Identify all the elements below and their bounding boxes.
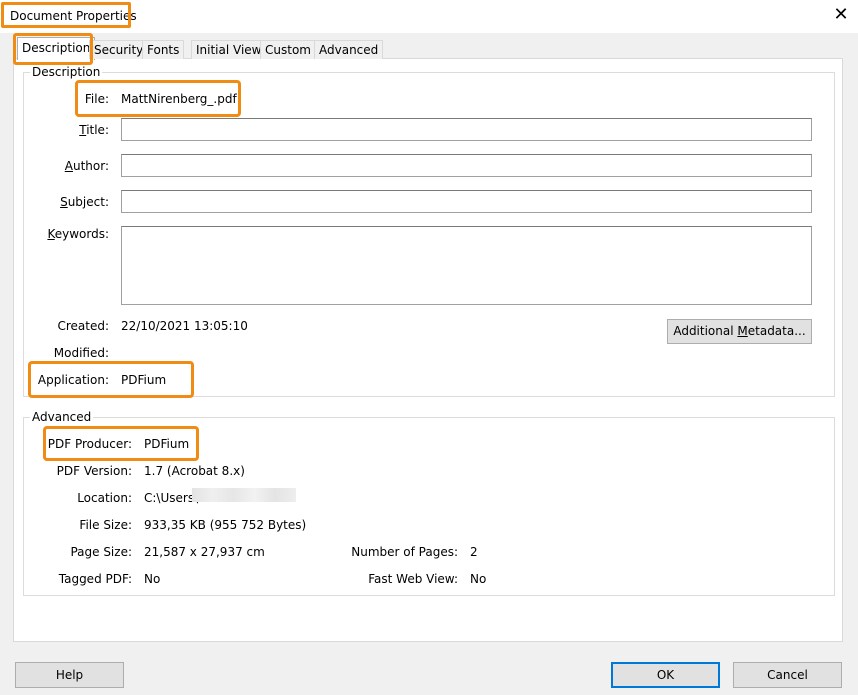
file-size-value: 933,35 KB (955 752 Bytes) (144, 518, 307, 532)
tab-security[interactable]: Security (89, 40, 149, 59)
additional-metadata-button[interactable]: Additional Metadata... (667, 319, 812, 344)
file-size-label: File Size: (79, 518, 132, 532)
pdf-version-value: 1.7 (Acrobat 8.x) (144, 464, 245, 478)
tagged-pdf-label: Tagged PDF: (58, 572, 132, 586)
modified-label: Modified: (53, 346, 109, 360)
page-size-label: Page Size: (70, 545, 132, 559)
application-highlight-box (28, 361, 194, 398)
tagged-pdf-value: No (144, 572, 161, 586)
file-highlight-box (75, 80, 241, 117)
created-value: 22/10/2021 13:05:10 (121, 319, 248, 333)
tab-custom[interactable]: Custom (260, 40, 316, 59)
keywords-label: Keywords: (47, 227, 109, 241)
number-of-pages-value: 2 (470, 545, 478, 559)
help-button[interactable]: Help (15, 662, 124, 688)
created-label: Created: (57, 319, 109, 333)
title-highlight-box (1, 2, 131, 28)
tab-initial-view[interactable]: Initial View (191, 40, 267, 59)
cancel-button[interactable]: Cancel (733, 662, 842, 688)
fast-web-view-label: Fast Web View: (368, 572, 458, 586)
description-group-label: Description (30, 65, 103, 79)
title-field[interactable] (121, 118, 812, 141)
advanced-group-label: Advanced (30, 410, 94, 424)
location-label: Location: (77, 491, 132, 505)
title-label: Title: (79, 123, 109, 137)
author-field[interactable] (121, 154, 812, 177)
ok-button[interactable]: OK (611, 662, 720, 688)
page-size-value: 21,587 x 27,937 cm (144, 545, 265, 559)
subject-field[interactable] (121, 190, 812, 213)
tab-fonts[interactable]: Fonts (142, 40, 185, 59)
redacted-path (192, 488, 296, 502)
pdf-version-label: PDF Version: (56, 464, 132, 478)
keywords-field[interactable] (121, 226, 812, 305)
author-label: Author: (64, 159, 109, 173)
subject-label: Subject: (60, 195, 109, 209)
tab-highlight-box (13, 33, 93, 65)
location-value: C:\Users\ (144, 491, 199, 505)
fast-web-view-value: No (470, 572, 487, 586)
tab-advanced[interactable]: Advanced (314, 40, 384, 59)
close-icon[interactable]: ✕ (830, 4, 852, 26)
number-of-pages-label: Number of Pages: (351, 545, 458, 559)
producer-highlight-box (43, 426, 199, 461)
